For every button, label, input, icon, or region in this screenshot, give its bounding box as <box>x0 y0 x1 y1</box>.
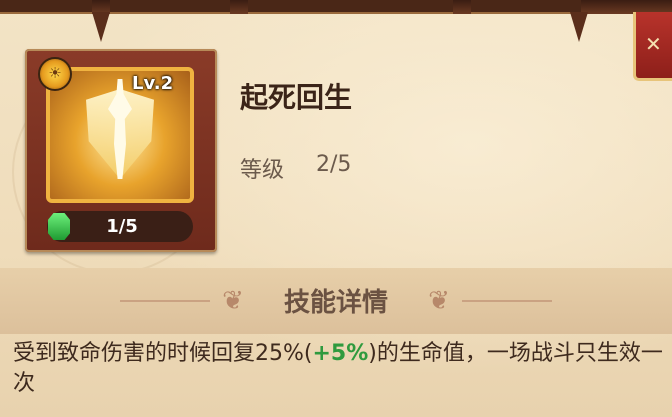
top-tab[interactable] <box>0 0 92 14</box>
skill-progress-text: 1/5 <box>106 216 138 237</box>
skill-name: 起死回生 <box>240 81 353 114</box>
skill-level-badge: Lv.2 <box>132 73 174 94</box>
top-tab[interactable] <box>248 0 453 14</box>
level-value: 2/5 <box>316 152 352 177</box>
description-bonus: +5% <box>312 341 369 366</box>
close-icon: ✕ <box>645 32 662 56</box>
top-tab[interactable] <box>471 0 581 14</box>
skill-description: 受到致命伤害的时候回复25%(+5%)的生命值，一场战斗只生效一次 <box>13 339 663 399</box>
section-title: 技能详情 <box>283 288 388 318</box>
level-label: 等级 <box>240 158 285 183</box>
top-notch <box>92 12 110 42</box>
close-button[interactable]: ✕ <box>633 12 672 81</box>
top-notch <box>570 12 588 42</box>
divider-line-right <box>462 300 552 302</box>
swirl-ornament-icon: ❦ <box>428 286 450 316</box>
sun-icon: ☀ <box>38 57 72 91</box>
description-text: 受到致命伤害的时候回复25%( <box>13 341 313 366</box>
top-tab[interactable] <box>110 0 230 14</box>
